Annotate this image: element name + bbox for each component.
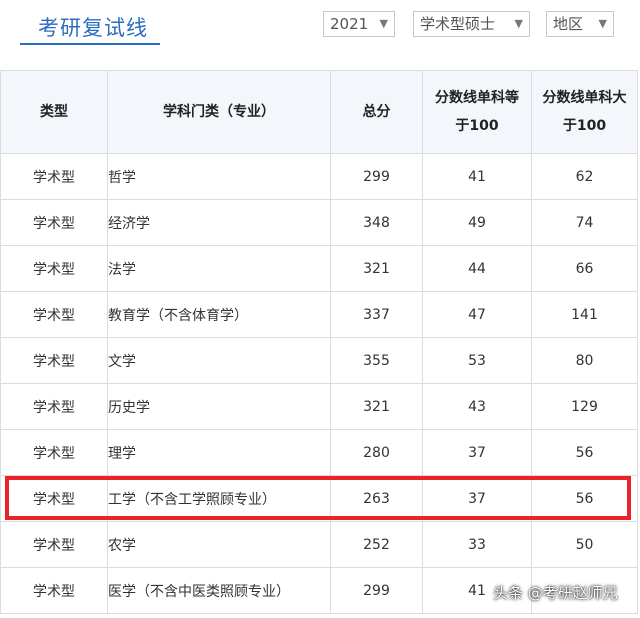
cell-total: 321 bbox=[330, 245, 423, 292]
cell-single-gt-100: 80 bbox=[531, 337, 638, 384]
table-row: 学术型 经济学 348 49 74 bbox=[0, 199, 638, 246]
cell-total: 252 bbox=[330, 521, 423, 568]
column-header-single-gt-100-label: 分数线单科大于100 bbox=[542, 90, 627, 134]
cell-single-gt-100: 62 bbox=[531, 153, 638, 200]
year-select[interactable]: 2021 ▼ bbox=[323, 11, 395, 37]
cell-single-gt-100: 56 bbox=[531, 429, 638, 476]
score-table: 类型 学科门类（专业） 总分 分数线单科等于100 分数线单科大于100 学术型… bbox=[0, 70, 638, 614]
cell-single-eq-100: 41 bbox=[422, 153, 532, 200]
active-tab-underline bbox=[20, 43, 160, 45]
column-header-single-eq-100-label: 分数线单科等于100 bbox=[435, 90, 519, 134]
chevron-down-icon: ▼ bbox=[598, 17, 607, 30]
cell-subject: 工学（不含工学照顾专业） bbox=[107, 475, 331, 522]
cell-single-gt-100: 66 bbox=[531, 245, 638, 292]
cell-single-eq-100: 37 bbox=[422, 475, 532, 522]
cell-total: 348 bbox=[330, 199, 423, 246]
cell-single-gt-100: 141 bbox=[531, 291, 638, 338]
cell-subject: 教育学（不含体育学） bbox=[107, 291, 331, 338]
table-row-highlighted: 学术型 工学（不含工学照顾专业） 263 37 56 bbox=[0, 475, 638, 522]
cell-type: 学术型 bbox=[0, 291, 108, 338]
column-header-type: 类型 bbox=[0, 70, 108, 154]
region-select-value: 地区 bbox=[553, 15, 584, 33]
cell-single-gt-100: 129 bbox=[531, 383, 638, 430]
watermark: 头条 @考研赵师兄 bbox=[493, 584, 618, 602]
chevron-down-icon: ▼ bbox=[379, 17, 388, 30]
cell-subject: 法学 bbox=[107, 245, 331, 292]
column-header-total: 总分 bbox=[330, 70, 423, 154]
cell-single-eq-100: 33 bbox=[422, 521, 532, 568]
table-row: 学术型 农学 252 33 50 bbox=[0, 521, 638, 568]
cell-type: 学术型 bbox=[0, 199, 108, 246]
chevron-down-icon: ▼ bbox=[514, 17, 523, 30]
cell-type: 学术型 bbox=[0, 567, 108, 614]
table-row: 学术型 文学 355 53 80 bbox=[0, 337, 638, 384]
cell-single-eq-100: 53 bbox=[422, 337, 532, 384]
degree-type-select[interactable]: 学术型硕士 ▼ bbox=[413, 11, 530, 37]
cell-type: 学术型 bbox=[0, 521, 108, 568]
year-select-value: 2021 bbox=[330, 15, 369, 33]
cell-single-eq-100: 43 bbox=[422, 383, 532, 430]
cell-single-eq-100: 47 bbox=[422, 291, 532, 338]
column-header-subject: 学科门类（专业） bbox=[107, 70, 331, 154]
cell-total: 280 bbox=[330, 429, 423, 476]
cell-type: 学术型 bbox=[0, 153, 108, 200]
cell-subject: 理学 bbox=[107, 429, 331, 476]
cell-single-eq-100: 37 bbox=[422, 429, 532, 476]
cell-total: 263 bbox=[330, 475, 423, 522]
cell-type: 学术型 bbox=[0, 475, 108, 522]
table-row: 学术型 教育学（不含体育学） 337 47 141 bbox=[0, 291, 638, 338]
cell-subject: 哲学 bbox=[107, 153, 331, 200]
cell-subject: 医学（不含中医类照顾专业） bbox=[107, 567, 331, 614]
column-header-single-gt-100: 分数线单科大于100 bbox=[531, 70, 638, 154]
cell-total: 355 bbox=[330, 337, 423, 384]
cell-single-eq-100: 49 bbox=[422, 199, 532, 246]
table-row: 学术型 哲学 299 41 62 bbox=[0, 153, 638, 200]
table-header-row: 类型 学科门类（专业） 总分 分数线单科等于100 分数线单科大于100 bbox=[0, 70, 638, 154]
cell-subject: 文学 bbox=[107, 337, 331, 384]
cell-subject: 历史学 bbox=[107, 383, 331, 430]
table-row: 学术型 历史学 321 43 129 bbox=[0, 383, 638, 430]
cell-subject: 农学 bbox=[107, 521, 331, 568]
cell-single-eq-100: 44 bbox=[422, 245, 532, 292]
cell-total: 321 bbox=[330, 383, 423, 430]
region-select[interactable]: 地区 ▼ bbox=[546, 11, 614, 37]
cell-single-gt-100: 50 bbox=[531, 521, 638, 568]
cell-type: 学术型 bbox=[0, 337, 108, 384]
cell-total: 299 bbox=[330, 153, 423, 200]
cell-total: 337 bbox=[330, 291, 423, 338]
cell-single-gt-100: 56 bbox=[531, 475, 638, 522]
cell-type: 学术型 bbox=[0, 383, 108, 430]
cell-subject: 经济学 bbox=[107, 199, 331, 246]
page-title[interactable]: 考研复试线 bbox=[38, 12, 148, 42]
cell-type: 学术型 bbox=[0, 245, 108, 292]
degree-type-select-value: 学术型硕士 bbox=[420, 15, 496, 33]
column-header-single-eq-100: 分数线单科等于100 bbox=[422, 70, 532, 154]
table-row: 学术型 法学 321 44 66 bbox=[0, 245, 638, 292]
cell-type: 学术型 bbox=[0, 429, 108, 476]
top-bar: 考研复试线 2021 ▼ 学术型硕士 ▼ 地区 ▼ bbox=[0, 0, 640, 50]
table-row: 学术型 理学 280 37 56 bbox=[0, 429, 638, 476]
cell-single-gt-100: 74 bbox=[531, 199, 638, 246]
cell-total: 299 bbox=[330, 567, 423, 614]
